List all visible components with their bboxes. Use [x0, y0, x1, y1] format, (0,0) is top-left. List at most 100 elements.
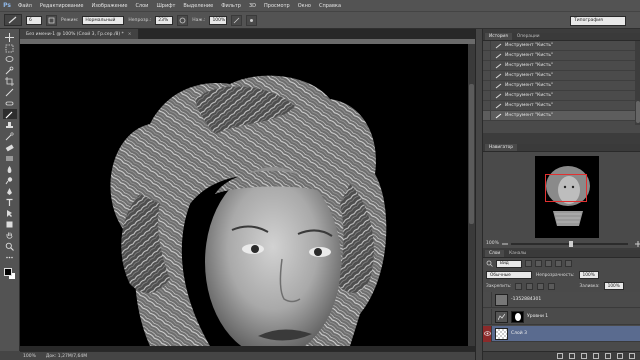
menu-help[interactable]: Справка	[315, 3, 345, 9]
workspace-select[interactable]: Типография	[570, 16, 626, 26]
menu-edit[interactable]: Редактирование	[36, 3, 88, 9]
add-style-icon[interactable]	[569, 353, 575, 359]
history-item[interactable]: Инструмент "Кисть"	[483, 50, 640, 61]
new-adjustment-icon[interactable]	[593, 353, 599, 359]
pressure-size-icon[interactable]	[246, 14, 258, 26]
zoom-slider-knob[interactable]	[569, 240, 574, 247]
status-zoom[interactable]: 100%	[23, 354, 36, 359]
gradient-tool-icon[interactable]	[3, 153, 17, 163]
layer-name[interactable]: Слой 3	[511, 331, 527, 336]
menu-image[interactable]: Изображение	[87, 3, 131, 9]
history-brush-tool-icon[interactable]	[3, 131, 17, 141]
color-swatches[interactable]	[3, 267, 17, 283]
history-item[interactable]: Инструмент "Кисть"	[483, 60, 640, 71]
menu-file[interactable]: Файл	[14, 3, 36, 9]
tool-preset-picker[interactable]	[4, 14, 22, 26]
navigator-view-box[interactable]	[545, 174, 587, 202]
history-item[interactable]: Инструмент "Кисть"	[483, 70, 640, 81]
type-tool-icon[interactable]	[3, 197, 17, 207]
history-item[interactable]: Инструмент "Кисть"	[483, 80, 640, 91]
layer-blend-mode-select[interactable]: Обычные	[486, 271, 532, 279]
dodge-tool-icon[interactable]	[3, 175, 17, 185]
tab-layers[interactable]: Слои	[485, 250, 505, 257]
lock-all-icon[interactable]	[548, 282, 556, 290]
menu-view[interactable]: Просмотр	[260, 3, 294, 9]
filter-smart-object-icon[interactable]	[565, 260, 572, 267]
move-tool-icon[interactable]	[3, 32, 17, 42]
path-selection-tool-icon[interactable]	[3, 208, 17, 218]
lock-position-icon[interactable]	[537, 282, 545, 290]
eyedropper-tool-icon[interactable]	[3, 87, 17, 97]
brush-size-picker[interactable]: 6	[26, 15, 42, 25]
zoom-tool-icon[interactable]	[3, 241, 17, 251]
layer-row[interactable]: Уровни 1	[483, 308, 640, 325]
lock-transparency-icon[interactable]	[515, 282, 523, 290]
healing-brush-tool-icon[interactable]	[3, 98, 17, 108]
layer-name[interactable]: Уровни 1	[527, 314, 548, 319]
visibility-toggle[interactable]	[483, 291, 492, 308]
filter-adjustment-icon[interactable]	[535, 260, 542, 267]
history-item[interactable]: Инструмент "Кисть"	[483, 100, 640, 111]
lasso-tool-icon[interactable]	[3, 54, 17, 64]
shape-tool-icon[interactable]	[3, 219, 17, 229]
foreground-color-swatch[interactable]	[3, 268, 12, 276]
layer-row[interactable]: -1352884301	[483, 291, 640, 308]
marquee-tool-icon[interactable]	[3, 43, 17, 53]
menu-window[interactable]: Окно	[294, 3, 315, 9]
opacity-field[interactable]: 23%	[155, 15, 174, 25]
crop-tool-icon[interactable]	[3, 76, 17, 86]
add-mask-icon[interactable]	[581, 353, 587, 359]
filter-pixel-icon[interactable]	[525, 260, 532, 267]
tab-actions[interactable]: Операции	[513, 33, 544, 40]
layer-opacity-field[interactable]: 100%	[578, 271, 599, 279]
filter-type-icon[interactable]	[545, 260, 552, 267]
tab-history[interactable]: История	[485, 33, 512, 40]
new-layer-icon[interactable]	[617, 353, 623, 359]
blend-mode-select[interactable]: Нормальный	[82, 15, 125, 25]
layer-row-selected[interactable]: Слой 3	[483, 325, 640, 342]
history-item[interactable]: Инструмент "Кисть"	[483, 40, 640, 51]
history-scrollbar[interactable]	[635, 41, 640, 125]
hand-tool-icon[interactable]	[3, 230, 17, 240]
navigator-zoom-value[interactable]: 100%	[486, 241, 499, 246]
visibility-toggle[interactable]	[483, 325, 492, 342]
scrollbar-thumb[interactable]	[636, 101, 640, 123]
new-group-icon[interactable]	[605, 353, 611, 359]
menu-filter[interactable]: Фильтр	[217, 3, 245, 9]
menu-select[interactable]: Выделение	[179, 3, 217, 9]
menu-layers[interactable]: Слои	[131, 3, 152, 9]
zoom-out-icon[interactable]	[501, 241, 508, 247]
tab-navigator[interactable]: Навигатор	[485, 144, 517, 151]
navigator-thumbnail[interactable]	[535, 156, 599, 238]
vertical-scrollbar[interactable]	[468, 44, 475, 346]
history-item[interactable]: Инструмент "Кисть"	[483, 90, 640, 101]
scrollbar-thumb[interactable]	[469, 84, 474, 224]
blur-tool-icon[interactable]	[3, 164, 17, 174]
clone-stamp-tool-icon[interactable]	[3, 120, 17, 130]
more-tools-icon[interactable]	[3, 252, 17, 262]
link-layers-icon[interactable]	[557, 353, 563, 359]
visibility-toggle[interactable]	[483, 308, 492, 325]
canvas[interactable]	[20, 44, 468, 346]
pen-tool-icon[interactable]	[3, 186, 17, 196]
brush-panel-toggle-icon[interactable]	[46, 14, 57, 26]
history-item-selected[interactable]: Инструмент "Кисть"	[483, 110, 640, 121]
zoom-in-icon[interactable]	[635, 240, 640, 247]
flow-field[interactable]: 100%	[209, 15, 228, 25]
menu-type[interactable]: Шрифт	[152, 3, 179, 9]
menu-3d[interactable]: 3D	[245, 3, 260, 9]
quick-select-tool-icon[interactable]	[3, 65, 17, 75]
brush-tool-icon[interactable]	[2, 109, 17, 119]
layer-filter-kind-select[interactable]: Вид	[496, 259, 522, 268]
airbrush-icon[interactable]	[231, 14, 243, 26]
eraser-tool-icon[interactable]	[3, 142, 17, 152]
tab-channels[interactable]: Каналы	[505, 250, 530, 257]
document-tab[interactable]: Без имени-1 @ 100% (Слой 3, Гр.сер./8) *…	[20, 29, 139, 39]
delete-layer-icon[interactable]	[629, 353, 635, 359]
navigator-zoom-slider[interactable]	[510, 240, 628, 247]
collapsed-panel-strip[interactable]	[476, 29, 483, 360]
layer-name[interactable]: -1352884301	[511, 297, 541, 302]
lock-pixels-icon[interactable]	[526, 282, 534, 290]
layer-fill-field[interactable]: 100%	[603, 282, 624, 290]
pressure-opacity-icon[interactable]	[177, 14, 189, 26]
